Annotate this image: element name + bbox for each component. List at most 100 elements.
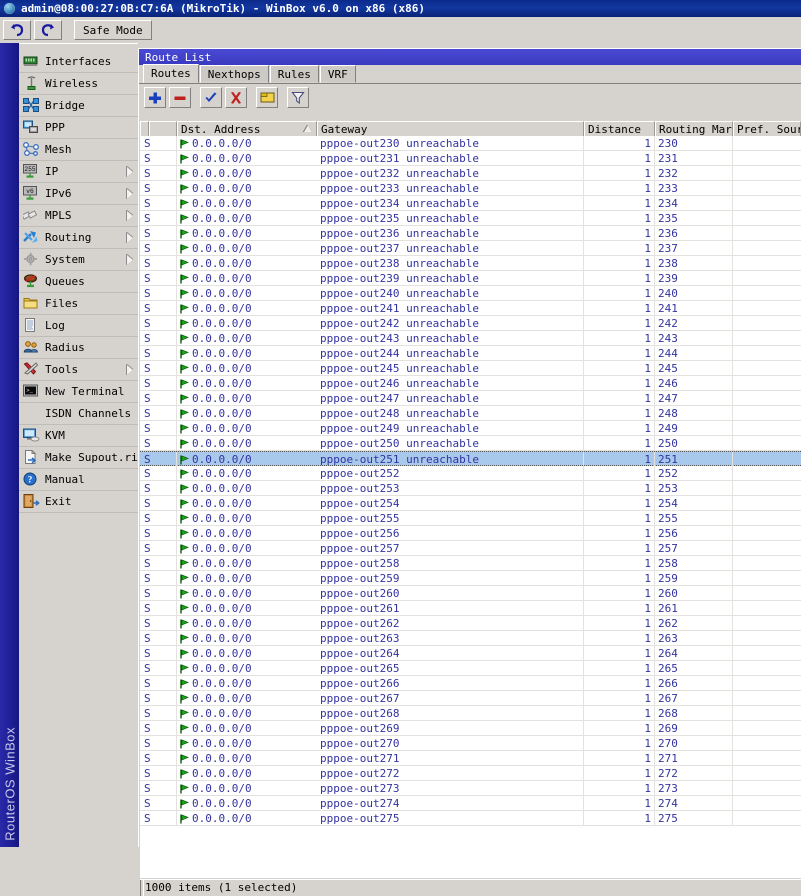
table-row[interactable]: S0.0.0.0/0pppoe-out237 unreachable1237 <box>140 241 801 256</box>
add-button[interactable] <box>144 87 166 108</box>
table-row[interactable]: S0.0.0.0/0pppoe-out249 unreachable1249 <box>140 421 801 436</box>
sidebar-item-exit[interactable]: Exit <box>19 491 138 513</box>
table-row[interactable]: S0.0.0.0/0pppoe-out2521252 <box>140 466 801 481</box>
table-row[interactable]: S0.0.0.0/0pppoe-out2751275 <box>140 811 801 826</box>
sidebar-item-bridge[interactable]: Bridge <box>19 95 138 117</box>
sidebar-item-tools[interactable]: Tools <box>19 359 138 381</box>
table-row[interactable]: S0.0.0.0/0pppoe-out2561256 <box>140 526 801 541</box>
sidebar-item-manual[interactable]: ?Manual <box>19 469 138 491</box>
table-row[interactable]: S0.0.0.0/0pppoe-out241 unreachable1241 <box>140 301 801 316</box>
cell-flags-text: S <box>144 632 151 645</box>
sidebar-item-isdn-channels[interactable]: ISDN Channels <box>19 403 138 425</box>
table-row[interactable]: S0.0.0.0/0pppoe-out2711271 <box>140 751 801 766</box>
undo-button[interactable] <box>3 20 31 40</box>
table-row[interactable]: S0.0.0.0/0pppoe-out2721272 <box>140 766 801 781</box>
table-row[interactable]: S0.0.0.0/0pppoe-out2731273 <box>140 781 801 796</box>
header-distance[interactable]: Distance <box>584 121 655 136</box>
tab-routes[interactable]: Routes <box>143 64 199 83</box>
sidebar-item-wireless[interactable]: Wireless <box>19 73 138 95</box>
sidebar-item-queues[interactable]: Queues <box>19 271 138 293</box>
disable-button[interactable] <box>225 87 247 108</box>
sidebar-item-make-supout-rif[interactable]: Make Supout.rif <box>19 447 138 469</box>
header-routing-mark[interactable]: Routing Mark <box>655 121 733 136</box>
remove-button[interactable] <box>169 87 191 108</box>
table-row[interactable]: S0.0.0.0/0pppoe-out247 unreachable1247 <box>140 391 801 406</box>
sidebar-item-mesh[interactable]: Mesh <box>19 139 138 161</box>
table-row[interactable]: S0.0.0.0/0pppoe-out2681268 <box>140 706 801 721</box>
table-row[interactable]: S0.0.0.0/0pppoe-out239 unreachable1239 <box>140 271 801 286</box>
table-row[interactable]: S0.0.0.0/0pppoe-out2641264 <box>140 646 801 661</box>
table-row[interactable]: S0.0.0.0/0pppoe-out2611261 <box>140 601 801 616</box>
table-row[interactable]: S0.0.0.0/0pppoe-out240 unreachable1240 <box>140 286 801 301</box>
enable-button[interactable] <box>200 87 222 108</box>
sidebar-item-files[interactable]: Files <box>19 293 138 315</box>
cell-routing-mark: 232 <box>655 166 733 180</box>
safe-mode-button[interactable]: Safe Mode <box>74 20 152 40</box>
cell-dst-address-text: 0.0.0.0/0 <box>192 662 252 675</box>
filter-button[interactable] <box>287 87 309 108</box>
table-row[interactable]: S0.0.0.0/0pppoe-out246 unreachable1246 <box>140 376 801 391</box>
table-row[interactable]: S0.0.0.0/0pppoe-out230 unreachable1230 <box>140 136 801 151</box>
tab-vrf[interactable]: VRF <box>320 65 356 83</box>
table-row[interactable]: S0.0.0.0/0pppoe-out2601260 <box>140 586 801 601</box>
sidebar-item-ipv6[interactable]: v6IPv6 <box>19 183 138 205</box>
sidebar-item-routing[interactable]: Routing <box>19 227 138 249</box>
sidebar-item-mpls[interactable]: MPLS <box>19 205 138 227</box>
table-row[interactable]: S0.0.0.0/0pppoe-out2541254 <box>140 496 801 511</box>
table-row[interactable]: S0.0.0.0/0pppoe-out244 unreachable1244 <box>140 346 801 361</box>
cell-dst-address: 0.0.0.0/0 <box>177 376 317 390</box>
sidebar-item-log[interactable]: Log <box>19 315 138 337</box>
sidebar-item-interfaces[interactable]: Interfaces <box>19 51 138 73</box>
sidebar-item-radius[interactable]: Radius <box>19 337 138 359</box>
table-row[interactable]: S0.0.0.0/0pppoe-out2691269 <box>140 721 801 736</box>
table-row[interactable]: S0.0.0.0/0pppoe-out2631263 <box>140 631 801 646</box>
table-row[interactable]: S0.0.0.0/0pppoe-out2591259 <box>140 571 801 586</box>
header-dst-address[interactable]: Dst. Address <box>177 121 317 136</box>
sidebar-item-ppp[interactable]: PPP <box>19 117 138 139</box>
header-pref-source[interactable]: Pref. Source <box>733 121 801 136</box>
window-titlebar: admin@08:00:27:0B:C7:6A (MikroTik) - Win… <box>0 0 801 17</box>
table-row[interactable]: S0.0.0.0/0pppoe-out248 unreachable1248 <box>140 406 801 421</box>
sidebar-item-new-terminal[interactable]: >_New Terminal <box>19 381 138 403</box>
cell-flags: S <box>140 541 177 555</box>
sidebar-item-system[interactable]: System <box>19 249 138 271</box>
table-row[interactable]: S0.0.0.0/0pppoe-out243 unreachable1243 <box>140 331 801 346</box>
cell-dst-address: 0.0.0.0/0 <box>177 631 317 645</box>
header-flags[interactable] <box>149 121 177 136</box>
sidebar-item-ip[interactable]: 255IP <box>19 161 138 183</box>
header-gutter[interactable] <box>140 121 149 136</box>
table-row[interactable]: S0.0.0.0/0pppoe-out236 unreachable1236 <box>140 226 801 241</box>
table-row[interactable]: S0.0.0.0/0pppoe-out242 unreachable1242 <box>140 316 801 331</box>
table-row[interactable]: S0.0.0.0/0pppoe-out2621262 <box>140 616 801 631</box>
table-row[interactable]: S0.0.0.0/0pppoe-out2741274 <box>140 796 801 811</box>
table-row[interactable]: S0.0.0.0/0pppoe-out2651265 <box>140 661 801 676</box>
table-row[interactable]: S0.0.0.0/0pppoe-out2531253 <box>140 481 801 496</box>
cell-gateway-text: pppoe-out255 <box>320 512 399 525</box>
cell-distance-text: 1 <box>644 512 651 525</box>
tab-rules[interactable]: Rules <box>270 65 319 83</box>
table-row[interactable]: S0.0.0.0/0pppoe-out232 unreachable1232 <box>140 166 801 181</box>
table-row[interactable]: S0.0.0.0/0pppoe-out2581258 <box>140 556 801 571</box>
cell-distance: 1 <box>584 601 655 615</box>
table-row[interactable]: S0.0.0.0/0pppoe-out245 unreachable1245 <box>140 361 801 376</box>
header-gateway[interactable]: Gateway <box>317 121 584 136</box>
table-row[interactable]: S0.0.0.0/0pppoe-out233 unreachable1233 <box>140 181 801 196</box>
table-row[interactable]: S0.0.0.0/0pppoe-out2701270 <box>140 736 801 751</box>
table-row[interactable]: S0.0.0.0/0pppoe-out2671267 <box>140 691 801 706</box>
table-row[interactable]: S0.0.0.0/0pppoe-out251 unreachable1251 <box>140 451 801 466</box>
cell-pref-source <box>733 751 801 765</box>
sidebar-item-kvm[interactable]: KVM <box>19 425 138 447</box>
comment-button[interactable] <box>256 87 278 108</box>
table-row[interactable]: S0.0.0.0/0pppoe-out2661266 <box>140 676 801 691</box>
cell-distance: 1 <box>584 136 655 150</box>
redo-button[interactable] <box>34 20 62 40</box>
table-row[interactable]: S0.0.0.0/0pppoe-out2551255 <box>140 511 801 526</box>
cell-flags-text: S <box>144 453 151 466</box>
table-row[interactable]: S0.0.0.0/0pppoe-out238 unreachable1238 <box>140 256 801 271</box>
table-row[interactable]: S0.0.0.0/0pppoe-out234 unreachable1234 <box>140 196 801 211</box>
table-row[interactable]: S0.0.0.0/0pppoe-out235 unreachable1235 <box>140 211 801 226</box>
tab-nexthops[interactable]: Nexthops <box>200 65 269 83</box>
table-row[interactable]: S0.0.0.0/0pppoe-out250 unreachable1250 <box>140 436 801 451</box>
table-row[interactable]: S0.0.0.0/0pppoe-out231 unreachable1231 <box>140 151 801 166</box>
table-row[interactable]: S0.0.0.0/0pppoe-out2571257 <box>140 541 801 556</box>
